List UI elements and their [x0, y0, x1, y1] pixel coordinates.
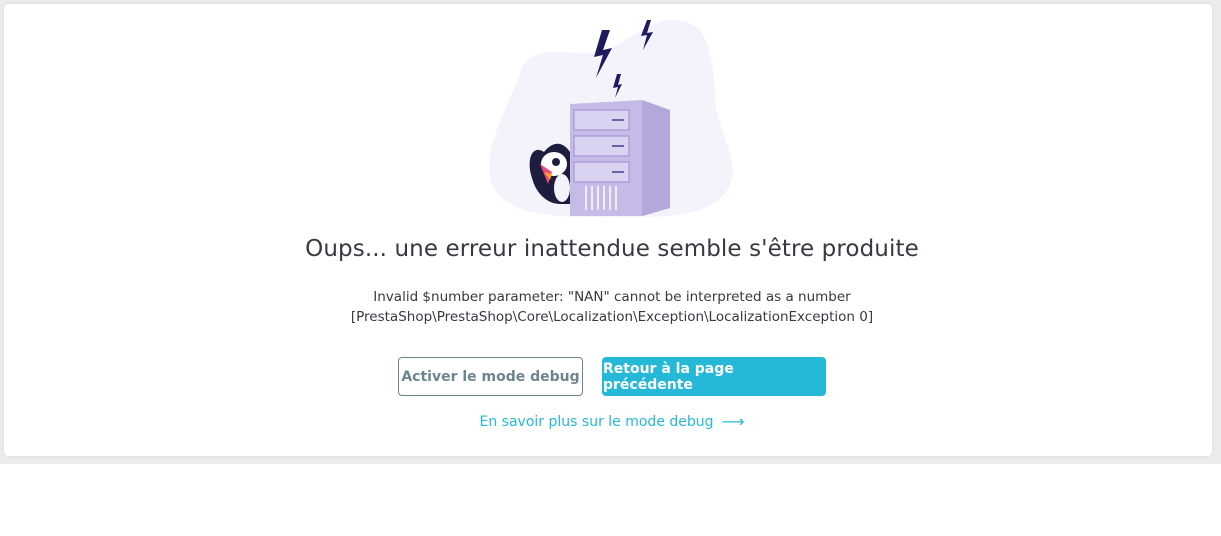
error-exception-line: [PrestaShop\PrestaShop\Core\Localization… — [350, 309, 874, 325]
learn-more-label: En savoir plus sur le mode debug — [479, 413, 714, 430]
error-message-line: Invalid $number parameter: "NAN" cannot … — [373, 289, 851, 305]
server-error-illustration — [489, 19, 733, 218]
back-button[interactable]: Retour à la page précédente — [602, 357, 826, 396]
error-card: Oups... une erreur inattendue semble s'ê… — [4, 4, 1212, 456]
error-title: Oups... une erreur inattendue semble s'ê… — [305, 236, 919, 262]
arrow-right-icon: ⟶ — [721, 412, 745, 431]
enable-debug-button[interactable]: Activer le mode debug — [398, 357, 583, 396]
error-message: Invalid $number parameter: "NAN" cannot … — [4, 287, 1220, 327]
learn-more-link[interactable]: En savoir plus sur le mode debug ⟶ — [4, 412, 1220, 431]
